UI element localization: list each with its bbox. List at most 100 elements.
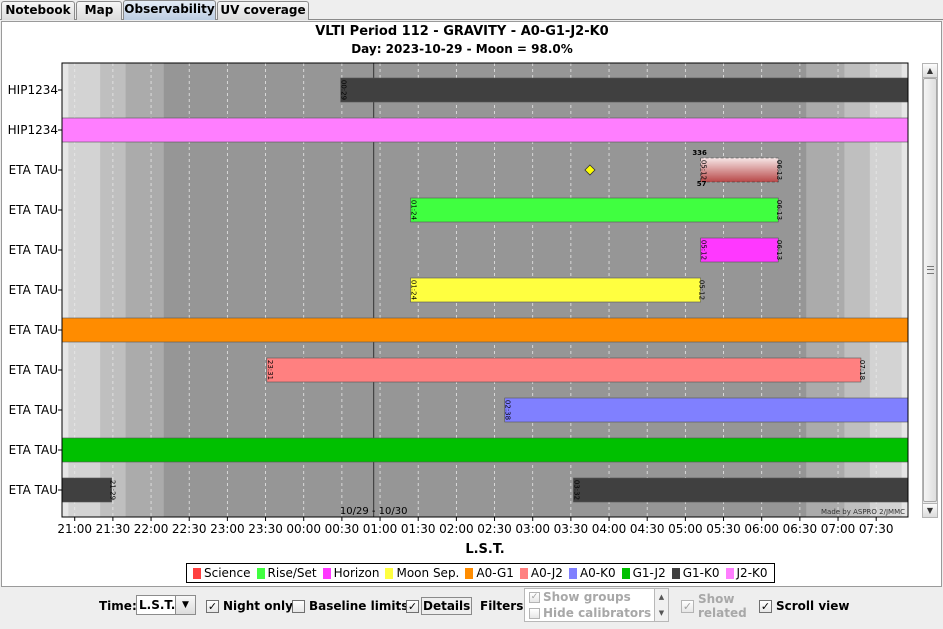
row-label: ETA TAU <box>9 403 58 417</box>
time-select[interactable]: L.S.T. ▼ <box>136 595 196 615</box>
observability-bar <box>61 117 909 143</box>
row-label: ETA TAU <box>9 283 58 297</box>
legend-swatch <box>465 567 474 579</box>
legend-item: G1-K0 <box>671 566 720 580</box>
observability-bar <box>340 77 909 103</box>
legend-item: Horizon <box>322 566 379 580</box>
scroll-view-label[interactable]: Scroll view <box>776 599 849 613</box>
bar-time-label: 05:12 <box>698 280 706 300</box>
row-label: ETA TAU <box>9 363 58 377</box>
show-groups-checkbox[interactable]: ✓ <box>529 592 540 603</box>
legend-swatch <box>671 567 680 579</box>
observability-plot[interactable]: 10/29 - 10/30 Made by ASPRO 2/JMMC HIP1234… <box>0 0 943 560</box>
time-label: Time: <box>99 599 137 613</box>
legend-label: G1-J2 <box>632 566 666 580</box>
legend-swatch <box>193 567 201 579</box>
x-tick-label: 23:00 <box>210 522 245 536</box>
x-tick-label: 00:00 <box>286 522 321 536</box>
grip-icon <box>927 266 934 274</box>
date-change-label: 10/29 - 10/30 <box>340 506 408 517</box>
x-tick-label: 01:30 <box>401 522 436 536</box>
night-only-label[interactable]: Night only <box>223 599 293 613</box>
bar-time-label: 336 <box>692 149 707 157</box>
x-tick-label: 06:30 <box>783 522 818 536</box>
details-checkbox[interactable]: ✓ <box>406 600 419 613</box>
legend-label: A0-J2 <box>530 566 563 580</box>
x-tick-label: 03:00 <box>515 522 550 536</box>
time-select-value: L.S.T. <box>139 598 176 612</box>
row-label: ETA TAU <box>9 443 58 457</box>
scroll-down-icon[interactable]: ▼ <box>923 503 937 517</box>
observability-bar <box>266 357 862 383</box>
bar-time-label: 23:31 <box>266 360 274 380</box>
bar-time-label: 01:24 <box>410 280 418 301</box>
baseline-limits-label[interactable]: Baseline limits <box>309 599 408 613</box>
bar-time-label: 03:32 <box>572 480 580 500</box>
bar-time-label: 00:29 <box>340 80 348 100</box>
legend-swatch <box>725 567 734 579</box>
bar-time-label: 21:29 <box>109 480 117 500</box>
observability-bar <box>700 157 779 183</box>
row-label: ETA TAU <box>9 483 58 497</box>
observability-bar <box>410 277 701 303</box>
observability-bar <box>700 237 779 263</box>
legend-label: A0-K0 <box>579 566 616 580</box>
legend-item: A0-J2 <box>519 566 563 580</box>
filters-scrollbar[interactable]: ▲ ▼ <box>654 589 668 621</box>
scroll-up-icon[interactable]: ▲ <box>923 64 937 78</box>
observability-bar <box>61 317 909 343</box>
plot-vertical-scrollbar[interactable]: ▲ ▼ <box>922 63 938 518</box>
hide-calibrators-checkbox[interactable] <box>529 608 540 619</box>
x-tick-label: 01:00 <box>363 522 398 536</box>
x-tick-label: 04:30 <box>630 522 665 536</box>
x-tick-label: 06:00 <box>744 522 779 536</box>
scroll-view-checkbox[interactable]: ✓ <box>759 600 772 613</box>
chart-credit: Made by ASPRO 2/JMMC <box>821 508 905 516</box>
bar-time-label: 06:13 <box>775 240 783 260</box>
x-tick-label: 07:30 <box>859 522 894 536</box>
x-tick-label: 05:30 <box>706 522 741 536</box>
row-label: ETA TAU <box>9 323 58 337</box>
bar-time-label: 06:13 <box>775 200 783 220</box>
bar-time-label: 02:38 <box>504 400 512 420</box>
bar-time-label: 06:13 <box>775 160 783 180</box>
chevron-down-icon[interactable]: ▼ <box>175 596 195 614</box>
x-tick-label: 02:00 <box>439 522 474 536</box>
legend-swatch <box>568 567 577 579</box>
x-tick-label: 21:30 <box>96 522 131 536</box>
legend-item: A0-K0 <box>568 566 616 580</box>
legend-swatch <box>621 567 630 579</box>
observability-bar <box>410 197 779 223</box>
legend-item: Moon Sep. <box>385 566 459 580</box>
x-tick-label: 07:00 <box>821 522 856 536</box>
x-axis-label: L.S.T. <box>465 542 504 557</box>
legend-swatch <box>385 567 394 579</box>
bar-time-label: 01:24 <box>410 200 418 221</box>
legend-label: Rise/Set <box>267 566 317 580</box>
scrollbar-thumb[interactable] <box>923 78 937 502</box>
legend-swatch <box>519 567 528 579</box>
observability-bar <box>61 477 112 503</box>
legend-swatch <box>256 567 265 579</box>
baseline-limits-checkbox[interactable] <box>292 600 305 613</box>
x-tick-label: 00:30 <box>325 522 360 536</box>
x-tick-label: 22:00 <box>134 522 169 536</box>
show-groups-label[interactable]: Show groups <box>543 590 631 604</box>
filters-label: Filters: <box>480 599 529 613</box>
legend-label: J2-K0 <box>736 566 768 580</box>
night-only-checkbox[interactable]: ✓ <box>206 600 219 613</box>
legend-swatch <box>322 567 331 579</box>
legend-item: Rise/Set <box>256 566 317 580</box>
bar-time-label: 57 <box>697 180 707 188</box>
row-label: ETA TAU <box>9 163 58 177</box>
legend-label: Science <box>204 566 251 580</box>
legend-item: Science <box>193 566 251 580</box>
details-label[interactable]: Details <box>421 597 473 615</box>
filters-list[interactable]: ✓ Show groups Hide calibrators ▲ ▼ <box>524 588 669 622</box>
show-related-checkbox[interactable]: ✓ <box>681 600 694 613</box>
hide-calibrators-label[interactable]: Hide calibrators <box>543 606 651 620</box>
show-related-label[interactable]: Show related <box>698 592 747 620</box>
bar-time-label: 05:12 <box>700 240 708 260</box>
row-label: HIP1234 <box>8 83 58 97</box>
x-tick-label: 22:30 <box>172 522 207 536</box>
